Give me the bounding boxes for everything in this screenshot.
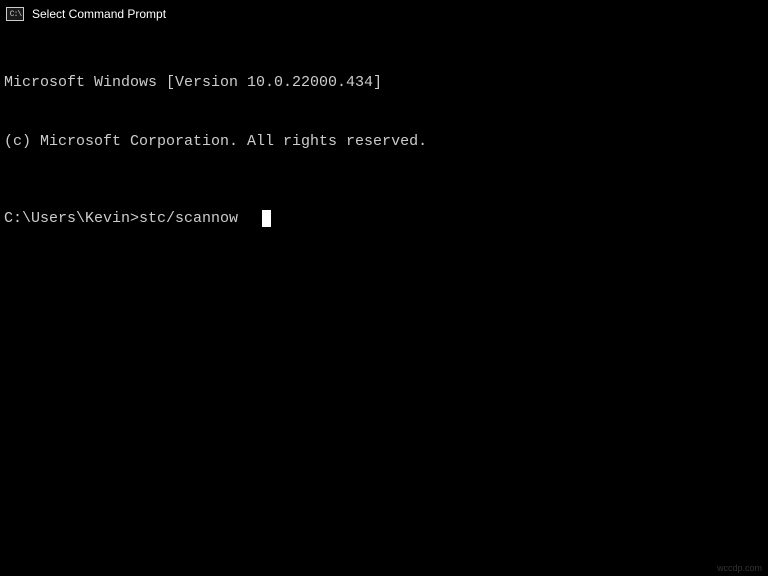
prompt-line: C:\Users\Kevin>stc/scannow — [4, 209, 764, 229]
output-line: (c) Microsoft Corporation. All rights re… — [4, 132, 764, 152]
command-input[interactable]: stc/scannow — [139, 209, 238, 229]
window-title: Select Command Prompt — [32, 7, 166, 21]
cursor — [262, 210, 271, 227]
watermark: wccdp.com — [717, 563, 762, 573]
cmd-icon: C:\ — [6, 7, 24, 21]
title-bar[interactable]: C:\ Select Command Prompt — [0, 0, 768, 28]
prompt-path: C:\Users\Kevin> — [4, 209, 139, 229]
terminal-area[interactable]: Microsoft Windows [Version 10.0.22000.43… — [0, 28, 768, 254]
output-line: Microsoft Windows [Version 10.0.22000.43… — [4, 73, 764, 93]
